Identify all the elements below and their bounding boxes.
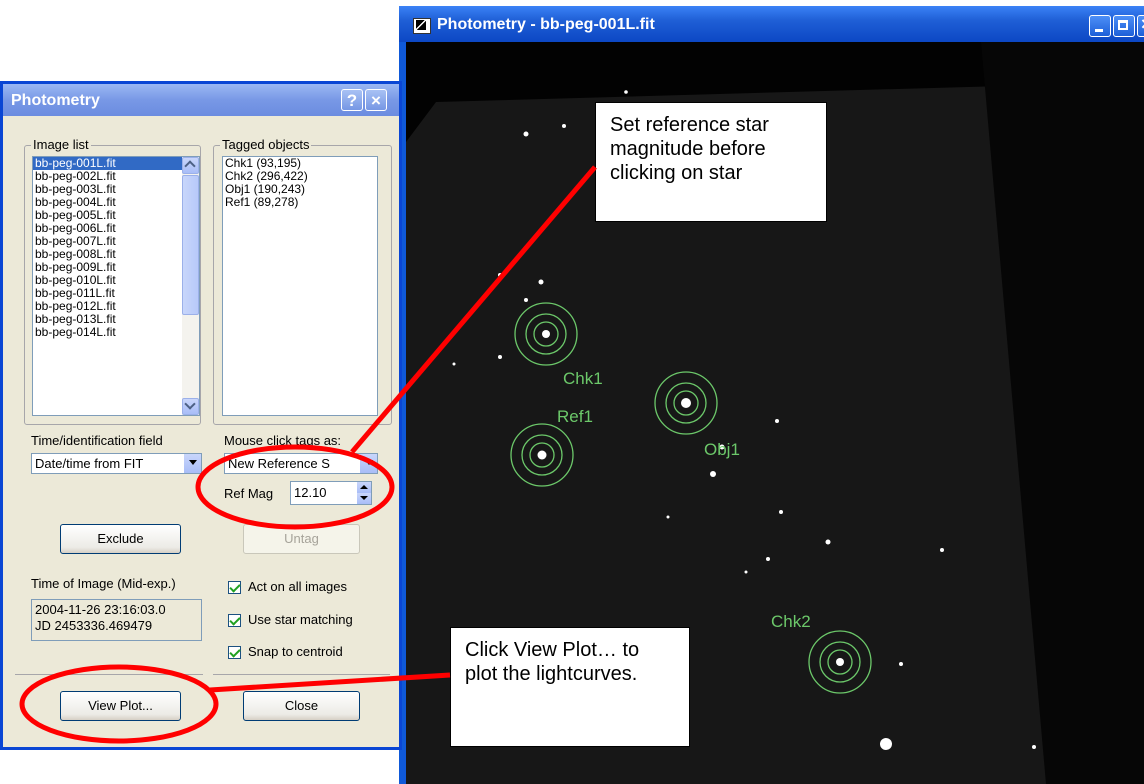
time-of-image-date: 2004-11-26 23:16:03.0	[35, 602, 166, 617]
mouse-click-value: New Reference S	[228, 456, 330, 471]
spin-down-icon[interactable]	[357, 493, 371, 504]
time-field-label: Time/identification field	[31, 433, 163, 448]
tag-label-chk1: Chk1	[563, 369, 603, 388]
checkbox-icon[interactable]	[228, 581, 241, 594]
mouse-click-label: Mouse click tags as:	[224, 433, 342, 448]
tagged-objects-items: Chk1 (93,195) Chk2 (296,422) Obj1 (190,243…	[223, 157, 377, 209]
exclude-button[interactable]: Exclude	[60, 524, 181, 554]
ref-mag-spinner[interactable]: 12.10	[290, 481, 372, 505]
time-of-image-label: Time of Image (Mid-exp.)	[31, 576, 176, 591]
tagged-objects-legend: Tagged objects	[220, 137, 312, 152]
ref-mag-label: Ref Mag	[224, 486, 274, 501]
help-icon[interactable]: ?	[341, 89, 363, 111]
image-window-title: Photometry - bb-peg-001L.fit	[437, 16, 655, 33]
checkbox-icon[interactable]	[228, 614, 241, 627]
scroll-down-icon[interactable]	[182, 398, 199, 415]
view-plot-callout: Click View Plot… to plot the lightcurves…	[450, 627, 690, 747]
ref-mag-value: 12.10	[294, 485, 327, 500]
scroll-thumb[interactable]	[182, 175, 199, 315]
time-field-select[interactable]: Date/time from FIT	[31, 453, 202, 474]
image-list[interactable]: bb-peg-001L.fit bb-peg-002L.fit bb-peg-003…	[32, 156, 200, 416]
app-icon	[413, 18, 431, 34]
chevron-down-icon[interactable]	[184, 454, 201, 473]
bottom-divider-left	[15, 674, 203, 675]
snap-to-centroid-label: Snap to centroid	[248, 644, 343, 659]
image-list-scrollbar[interactable]	[182, 157, 199, 415]
dialog-titlebar[interactable]: Photometry ? ×	[3, 84, 399, 116]
image-list-legend: Image list	[31, 137, 91, 152]
close-button[interactable]: Close	[243, 691, 360, 721]
bottom-divider-right	[213, 674, 390, 675]
image-list-items: bb-peg-001L.fit bb-peg-002L.fit bb-peg-003…	[33, 157, 199, 339]
tag-label-chk2: Chk2	[771, 612, 811, 631]
scroll-up-icon[interactable]	[182, 157, 199, 174]
list-item[interactable]: bb-peg-014L.fit	[33, 326, 199, 339]
view-plot-button[interactable]: View Plot...	[60, 691, 181, 721]
tag-label-ref1: Ref1	[557, 407, 593, 426]
close-icon[interactable]: ×	[365, 89, 387, 111]
use-star-matching-label: Use star matching	[248, 612, 353, 627]
untag-button[interactable]: Untag	[243, 524, 360, 554]
checkbox-icon[interactable]	[228, 646, 241, 659]
photometry-dialog: Photometry ? × Image list bb-peg-001L.fi…	[0, 81, 402, 750]
list-item[interactable]: Ref1 (89,278)	[223, 196, 377, 209]
act-on-all-images-label: Act on all images	[248, 579, 347, 594]
maximize-icon[interactable]	[1113, 15, 1135, 37]
ref-star-callout: Set reference star magnitude before clic…	[595, 102, 827, 222]
close-icon[interactable]	[1137, 14, 1144, 37]
time-of-image-readout: 2004-11-26 23:16:03.0 JD 2453336.469479	[31, 599, 202, 641]
time-of-image-jd: JD 2453336.469479	[35, 618, 153, 633]
tagged-objects-list[interactable]: Chk1 (93,195) Chk2 (296,422) Obj1 (190,243…	[222, 156, 378, 416]
dialog-title: Photometry	[11, 92, 100, 109]
tag-label-obj1: Obj1	[704, 440, 740, 459]
image-window-titlebar[interactable]: Photometry - bb-peg-001L.fit	[399, 6, 1144, 42]
mouse-click-select[interactable]: New Reference S	[224, 453, 378, 474]
minimize-icon[interactable]	[1089, 15, 1111, 37]
time-field-value: Date/time from FIT	[35, 456, 144, 471]
chevron-down-icon[interactable]	[360, 454, 377, 473]
spin-up-icon[interactable]	[357, 482, 371, 493]
